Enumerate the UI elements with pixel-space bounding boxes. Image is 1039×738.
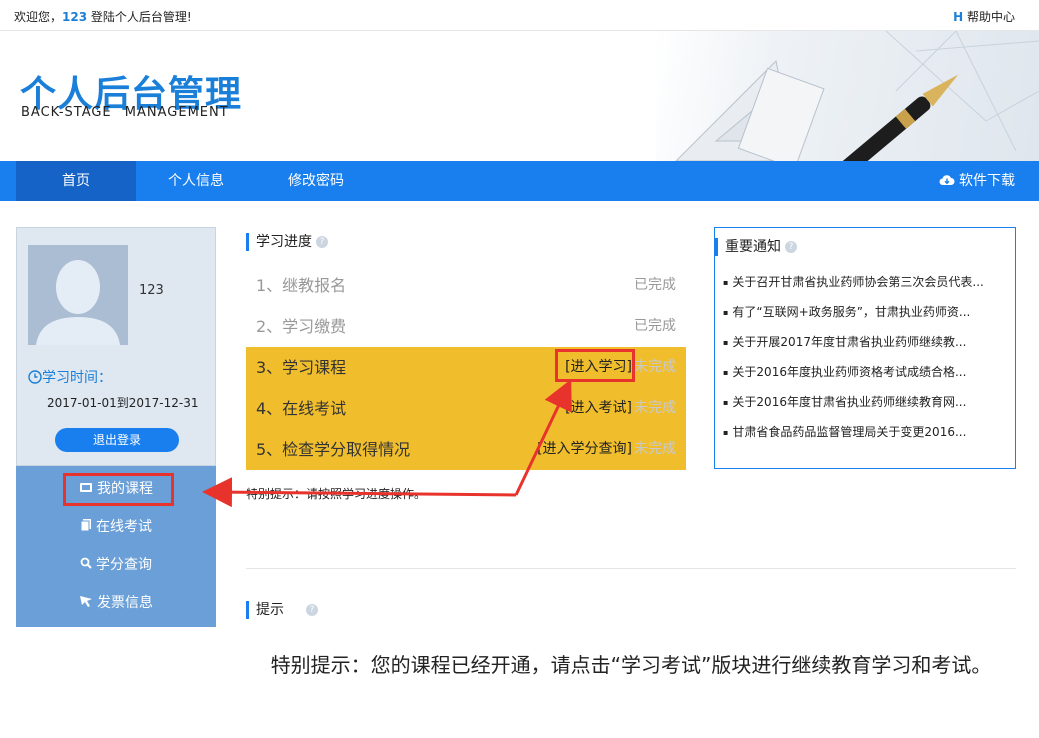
- question-icon: ?: [306, 604, 318, 616]
- tip-title: 提示?: [246, 601, 318, 619]
- notice-title: 重要通知?: [715, 238, 797, 256]
- question-icon: ?: [785, 241, 797, 253]
- important-notice-panel: 重要通知? 关于召开甘肃省执业药师协会第三次会员代表... 有了“互联网+政务服…: [714, 227, 1016, 469]
- section-divider: [246, 568, 1016, 569]
- notice-item[interactable]: 关于2016年度执业药师资格考试成绩合格...: [723, 362, 984, 392]
- notice-item[interactable]: 关于开展2017年度甘肃省执业药师继续教...: [723, 332, 984, 362]
- arrow-to-my-courses: [202, 477, 517, 508]
- tip-title-text: 提示: [256, 602, 284, 618]
- tip-body: 特别提示：您的课程已经开通，请点击“学习考试”版块进行继续教育学习和考试。: [270, 653, 992, 677]
- arrow-to-enter-study: [514, 379, 572, 496]
- notice-list: 关于召开甘肃省执业药师协会第三次会员代表... 有了“互联网+政务服务”，甘肃执…: [723, 272, 984, 452]
- notice-item[interactable]: 甘肃省食品药品监督管理局关于变更2016...: [723, 422, 984, 452]
- notice-item[interactable]: 关于2016年度甘肃省执业药师继续教育网...: [723, 392, 984, 422]
- notice-title-text: 重要通知: [725, 239, 781, 255]
- notice-item[interactable]: 关于召开甘肃省执业药师协会第三次会员代表...: [723, 272, 983, 302]
- notice-item[interactable]: 有了“互联网+政务服务”，甘肃执业药师资...: [723, 302, 984, 332]
- tip-section: 提示?: [246, 601, 318, 619]
